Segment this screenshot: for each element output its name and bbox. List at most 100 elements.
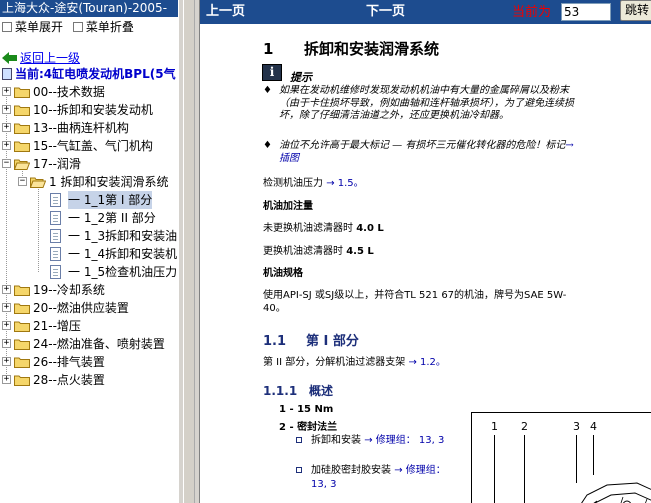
expand-toggle-icon[interactable]: + <box>2 87 11 96</box>
component-text: 密封法兰 <box>297 422 338 433</box>
document-body: 1 拆卸和安装润滑系统 i 提示 ♦ 如果在发动机维修时发现发动机机油中有大量的金… <box>200 24 651 503</box>
next-page-button[interactable]: 下一页 <box>366 3 405 20</box>
document-icon <box>50 229 61 243</box>
section-title: 拆卸和安装润滑系统 <box>304 40 440 58</box>
tree-page-item[interactable]: 一 1_3拆卸和安装油 <box>0 227 178 245</box>
tree-folder-item[interactable]: +00--技术数据 <box>0 83 178 101</box>
expand-toggle-icon[interactable]: + <box>2 141 11 150</box>
tree-folder-item[interactable]: +28--点火装置 <box>0 371 178 389</box>
section-heading: 1 拆卸和安装润滑系统 <box>263 38 439 59</box>
tree-folder-item[interactable]: +24--燃油准备、喷射装置 <box>0 335 178 353</box>
folder-icon <box>14 105 30 116</box>
page-number-input[interactable] <box>561 3 611 21</box>
back-link-label: 返回上一级 <box>20 51 81 65</box>
fill-row-label: 更换机油滤清器时 <box>263 246 343 257</box>
expand-toggle-icon[interactable]: + <box>2 285 11 294</box>
menu-icon <box>72 22 83 32</box>
tree-page-item[interactable]: 一 1_2第 II 部分 <box>0 209 178 227</box>
expand-toggle-icon[interactable]: + <box>2 105 11 114</box>
expand-toggle-icon[interactable]: + <box>2 375 11 384</box>
tree-folder-item[interactable]: − 1 拆卸和安装润滑系统 <box>0 173 178 191</box>
expand-toggle-icon[interactable]: + <box>2 303 11 312</box>
repair-group-link[interactable]: → 修理组： 13, 3 <box>364 435 444 446</box>
component-number: 1 - <box>279 404 294 415</box>
tree-folder-item[interactable]: +21--增压 <box>0 317 178 335</box>
folder-icon <box>14 339 30 350</box>
check-pressure-link[interactable]: → 1.5。 <box>326 178 363 189</box>
check-pressure-text: 检测机油压力 <box>263 178 323 189</box>
expand-all-menu[interactable]: 菜单展开 菜单折叠 <box>0 17 178 37</box>
folder-icon <box>14 285 30 296</box>
subsection-title: 第 I 部分 <box>306 334 359 349</box>
tree-folder-item[interactable]: +19--冷却系统 <box>0 281 178 299</box>
expand-toggle-icon[interactable]: + <box>2 321 11 330</box>
bullet-icon: ♦ <box>263 85 272 96</box>
component-item: 1 - 15 Nm <box>279 404 333 415</box>
splitter-handle[interactable] <box>183 0 195 503</box>
document-icon <box>50 193 61 207</box>
note-item: ♦ 油位不允许高于最大标记 — 有损坏三元催化转化器的危险！标记→ 插图 <box>263 140 583 165</box>
leader-line <box>593 435 594 475</box>
oil-spec-title: 机油规格 <box>263 268 303 279</box>
tree-item-label: 一 1_1第 I 部分 <box>68 191 153 209</box>
tree-page-item[interactable]: 一 1_5检查机油压力 <box>0 263 178 281</box>
prev-page-button[interactable]: 上一页 <box>206 3 245 20</box>
part-two-text: 第 II 部分，分解机油过滤器支架 <box>263 357 406 368</box>
back-link[interactable]: 返回上一级 <box>0 50 178 66</box>
expand-toggle-icon[interactable]: + <box>2 123 11 132</box>
tree-folder-item[interactable]: +20--燃油供应装置 <box>0 299 178 317</box>
folder-icon <box>14 303 30 314</box>
tree-folder-item[interactable]: +10--拆卸和安装发动机 <box>0 101 178 119</box>
collapse-toggle-icon[interactable]: − <box>18 177 27 186</box>
expand-all-label: 菜单展开 <box>15 20 64 34</box>
fill-row: 更换机油滤清器时 4.5 L <box>263 245 374 258</box>
tree-item-label: 1 拆卸和安装润滑系统 <box>49 175 169 189</box>
tree-folder-item[interactable]: +26--排气装置 <box>0 353 178 371</box>
fill-quantity-title: 机油加注量 <box>263 201 313 212</box>
manual-title: 上海大众-途安(Touran)-2005- <box>0 0 178 17</box>
overview-number: 1.1.1 <box>263 384 298 398</box>
pane-splitter[interactable] <box>178 0 200 503</box>
engine-part-drawing <box>581 482 651 503</box>
folder-icon <box>14 321 30 332</box>
part-two-line: 第 II 部分，分解机油过滤器支架 → 1.2。 <box>263 356 446 369</box>
tree-page-item[interactable]: 一 1_4拆卸和安装机 <box>0 245 178 263</box>
expand-toggle-icon[interactable]: + <box>2 339 11 348</box>
tree-folder-item[interactable]: +15--气缸盖、气门机构 <box>0 137 178 155</box>
tree-item-label: 19--冷却系统 <box>33 283 105 297</box>
collapse-toggle-icon[interactable]: − <box>2 159 11 168</box>
info-icon: i <box>262 64 282 81</box>
folder-icon <box>14 141 30 152</box>
procedure-item: 拆卸和安装 → 修理组： 13, 3 <box>296 434 456 448</box>
exploded-view-diagram: 1 2 3 4 <box>471 412 651 503</box>
document-icon <box>50 247 61 261</box>
back-arrow-icon <box>2 52 17 64</box>
tree-item-label: 21--增压 <box>33 319 81 333</box>
tree-item-label: 15--气缸盖、气门机构 <box>33 139 153 153</box>
diagram-callout: 1 <box>491 420 498 433</box>
expand-toggle-icon[interactable]: + <box>2 357 11 366</box>
part-two-link[interactable]: → 1.2。 <box>408 357 445 368</box>
procedure-text: 加硅胶密封胶安装 <box>311 465 391 476</box>
open-folder-icon <box>30 177 46 188</box>
navigation-pane: 上海大众-途安(Touran)-2005- 菜单展开 菜单折叠 返回上一级 当前… <box>0 0 178 503</box>
folder-icon <box>14 375 30 386</box>
overview-title: 概述 <box>309 384 334 398</box>
tree-item-label: 20--燃油供应装置 <box>33 301 129 315</box>
tree-item-label: 一 1_2第 II 部分 <box>68 211 156 225</box>
document-icon <box>50 265 61 279</box>
check-pressure-line: 检测机油压力 → 1.5。 <box>263 177 364 190</box>
tree-page-item[interactable]: 一 1_1第 I 部分 <box>0 191 178 209</box>
collapse-all-label[interactable]: 菜单折叠 <box>86 20 134 34</box>
current-location: 当前:4缸电喷发动机BPL(5气 <box>0 66 178 83</box>
jump-button[interactable]: 跳转 <box>620 0 651 21</box>
tree-folder-item[interactable]: − 17--润滑 <box>0 155 178 173</box>
note-item: ♦ 如果在发动机维修时发现发动机机油中有大量的金属碎屑以及粉末（由于卡住损坏导致… <box>263 85 583 123</box>
section-number: 1 <box>263 40 274 58</box>
note-title: 提示 <box>290 71 312 84</box>
diagram-callout: 4 <box>590 420 597 433</box>
diagram-callout: 3 <box>573 420 580 433</box>
tree-item-label: 28--点火装置 <box>33 373 105 387</box>
tree-folder-item[interactable]: +13--曲柄连杆机构 <box>0 119 178 137</box>
tree-item-label: 26--排气装置 <box>33 355 105 369</box>
